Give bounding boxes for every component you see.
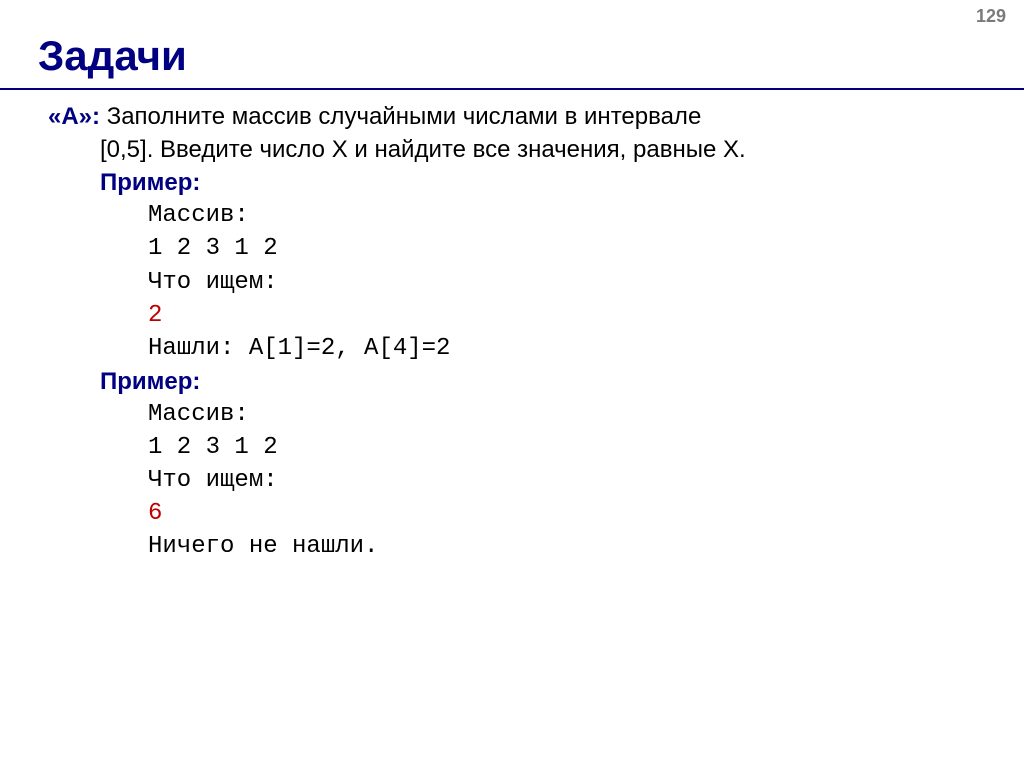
task-text-2: [0,5]. Введите число X и найдите все зна… (100, 133, 984, 166)
slide-content: «A»: Заполните массив случайными числами… (48, 100, 984, 564)
slide-page: 129 Задачи «A»: Заполните массив случайн… (0, 0, 1024, 767)
example1-line5: Нашли: A[1]=2, A[4]=2 (148, 332, 984, 365)
task-label: «A»: (48, 103, 100, 130)
title-underline (0, 88, 1024, 90)
example1-line3: Что ищем: (148, 266, 984, 299)
task-line1: «A»: Заполните массив случайными числами… (48, 100, 984, 133)
example2-line3: Что ищем: (148, 464, 984, 497)
example1-line2: 1 2 3 1 2 (148, 232, 984, 265)
task-text-1: Заполните массив случайными числами в ин… (100, 103, 701, 130)
example2-label: Пример: (100, 365, 984, 398)
example1-line4: 2 (148, 299, 984, 332)
example1-label: Пример: (100, 166, 984, 199)
slide-title: Задачи (38, 32, 187, 80)
example2-line1: Массив: (148, 398, 984, 431)
example2-line4: 6 (148, 497, 984, 530)
example2-line2: 1 2 3 1 2 (148, 431, 984, 464)
page-number: 129 (976, 6, 1006, 27)
example1-line1: Массив: (148, 199, 984, 232)
example2-line5: Ничего не нашли. (148, 530, 984, 563)
